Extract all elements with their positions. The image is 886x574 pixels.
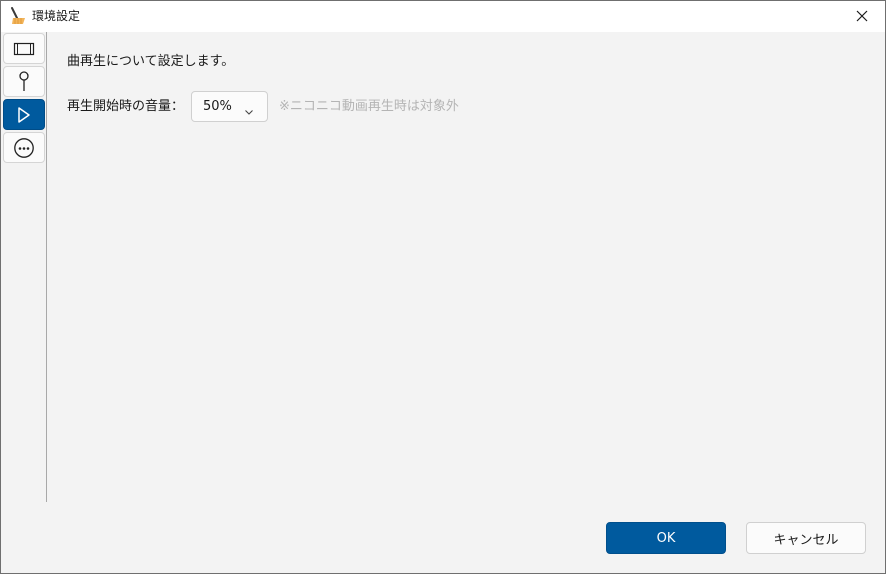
start-volume-label: 再生開始時の音量： — [67, 99, 185, 114]
pin-icon — [17, 70, 31, 94]
start-volume-dropdown[interactable]: 50% — [191, 91, 268, 122]
play-icon — [16, 106, 32, 124]
more-icon — [13, 137, 35, 159]
ok-button[interactable]: OK — [606, 522, 726, 554]
volume-note: ※ニコニコ動画再生時は対象外 — [279, 99, 459, 114]
section-description: 曲再生について設定します。 — [67, 54, 235, 69]
sidebar-item-other[interactable] — [3, 132, 45, 163]
app-icon — [9, 7, 27, 25]
film-icon — [13, 41, 35, 57]
sidebar-item-display[interactable] — [3, 33, 45, 64]
window-title: 環境設定 — [32, 9, 81, 23]
sidebar-item-playback[interactable] — [3, 99, 45, 130]
title-bar: 環境設定 — [1, 1, 885, 32]
settings-sidebar — [1, 32, 47, 502]
start-volume-value: 50% — [203, 99, 232, 114]
close-button[interactable] — [839, 1, 885, 32]
settings-window: 環境設定 曲再生について設定します。 再生開始時の音量： 50% ※ニコニコ動画… — [0, 0, 886, 574]
chevron-down-icon — [244, 102, 254, 121]
cancel-button[interactable]: キャンセル — [746, 522, 866, 554]
sidebar-item-pin[interactable] — [3, 66, 45, 97]
playback-settings-panel: 曲再生について設定します。 再生開始時の音量： 50% ※ニコニコ動画再生時は対… — [47, 32, 885, 502]
close-icon — [856, 7, 868, 26]
